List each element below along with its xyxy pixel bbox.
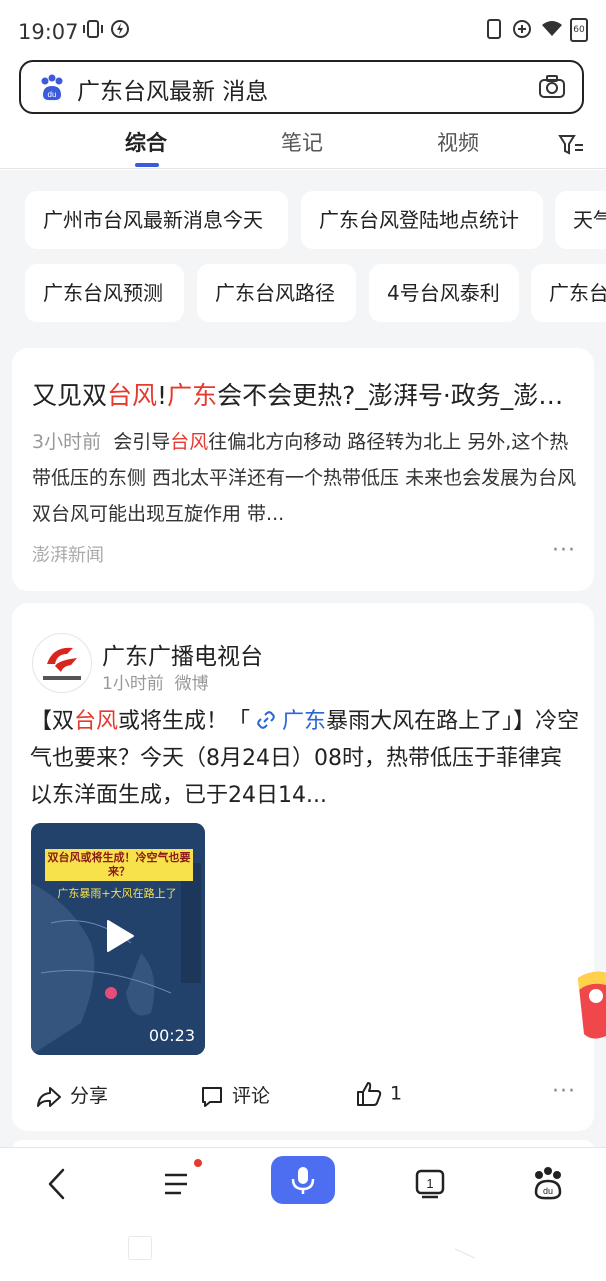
- result-snippet: 3小时前 会引导台风往偏北方向移动 路径转为北上 另外,这个热带低压的东侧 西北…: [32, 424, 577, 532]
- search-input[interactable]: 广东台风最新 消息: [77, 72, 268, 106]
- post-keyword: 台风: [74, 709, 119, 734]
- microphone-icon: [291, 1167, 315, 1194]
- status-bar: 19:07 60: [0, 0, 606, 62]
- share-icon: [37, 1086, 61, 1107]
- result-title[interactable]: 又见双台风!广东会不会更热?_澎湃号·政务_澎湃新闻: [32, 376, 577, 412]
- post-actions: 分享 评论 1 ···: [12, 1073, 594, 1113]
- camera-icon[interactable]: [538, 74, 566, 100]
- svg-text:1: 1: [426, 1176, 433, 1191]
- search-box[interactable]: du 广东台风最新 消息: [19, 60, 584, 114]
- snippet-keyword: 台风: [170, 431, 209, 453]
- post-link-keyword[interactable]: 广东: [282, 709, 326, 734]
- voice-search-button[interactable]: [271, 1156, 335, 1204]
- svg-text:du: du: [543, 1186, 553, 1196]
- result-tabs: 综合 笔记 视频: [0, 123, 606, 169]
- phone-icon: [487, 19, 501, 39]
- suggestion-chip[interactable]: 广州市台风最新消息今天: [25, 191, 288, 249]
- svg-text:du: du: [48, 90, 57, 99]
- system-back-indicator[interactable]: [455, 1236, 475, 1259]
- active-tab-indicator: [135, 163, 159, 167]
- post-time: 1小时前: [102, 674, 164, 694]
- video-banner-text: 双台风或将生成！冷空气也要来？: [47, 851, 191, 878]
- post-meta: 1小时前 微博: [102, 669, 209, 694]
- post-part: 【双: [30, 709, 75, 734]
- tab-video[interactable]: 视频: [437, 127, 479, 157]
- comment-icon: [202, 1086, 222, 1107]
- share-label: 分享: [70, 1085, 109, 1107]
- video-banner: 双台风或将生成！冷空气也要来？: [45, 849, 193, 881]
- share-button[interactable]: 分享: [36, 1081, 108, 1109]
- suggestion-chip[interactable]: 广东台风路径: [197, 264, 356, 322]
- tab-notes[interactable]: 笔记: [281, 127, 323, 157]
- link-icon: [257, 711, 275, 729]
- video-subtitle: 广东暴雨+大风在路上了: [57, 887, 177, 900]
- filter-icon[interactable]: [558, 133, 584, 157]
- suggestion-chip[interactable]: 广东台风登陆地点统计: [301, 191, 543, 249]
- suggestion-chip[interactable]: 天气: [555, 191, 606, 249]
- title-keyword: 台风: [107, 381, 158, 410]
- back-icon[interactable]: [38, 1164, 78, 1204]
- battery-level: 60: [573, 25, 585, 35]
- floating-gift-icon[interactable]: [574, 966, 606, 1042]
- avatar[interactable]: [32, 633, 92, 693]
- suggestion-chip[interactable]: 4号台风泰利: [369, 264, 519, 322]
- baidu-paw-icon: du: [41, 74, 63, 101]
- post-platform: 微博: [174, 674, 209, 694]
- like-count: 1: [390, 1082, 403, 1105]
- search-header: du 广东台风最新 消息 综合 笔记 视频: [0, 55, 606, 170]
- post-text[interactable]: 【双台风或将生成！「 广东暴雨大风在路上了」】冷空气也要来？今天（8月24日）08…: [30, 703, 582, 814]
- tab-all[interactable]: 综合: [125, 127, 167, 157]
- result-time: 3小时前: [32, 431, 102, 453]
- gdtv-logo-icon: [43, 647, 81, 680]
- video-thumbnail[interactable]: 双台风或将生成！冷空气也要来？ 广东暴雨+大风在路上了 00:23: [31, 823, 205, 1055]
- charging-icon: [111, 20, 129, 38]
- system-home-indicator[interactable]: [128, 1236, 152, 1260]
- wifi-icon: [542, 21, 562, 36]
- header-divider: [0, 168, 606, 169]
- result-source[interactable]: 澎湃新闻: [32, 541, 104, 567]
- battery-icon: 60: [570, 18, 588, 42]
- social-post-card[interactable]: 广东广播电视台 1小时前 微博 【双台风或将生成！「 广东暴雨大风在路上了」】冷空…: [12, 603, 594, 1131]
- tabs-count-icon[interactable]: 1: [410, 1164, 450, 1204]
- thumbs-up-icon: [357, 1082, 382, 1106]
- add-circle-icon: [513, 20, 531, 38]
- suggestion-chip[interactable]: 广东台风预测: [25, 264, 184, 322]
- notification-dot: [194, 1159, 202, 1167]
- title-part: 又见双: [32, 381, 108, 410]
- like-button[interactable]: 1: [356, 1081, 402, 1107]
- snippet-part: 会引导: [113, 431, 171, 453]
- search-result-card[interactable]: 又见双台风!广东会不会更热?_澎湃号·政务_澎湃新闻 3小时前 会引导台风往偏北…: [12, 348, 594, 591]
- suggestion-chip[interactable]: 广东台: [531, 264, 606, 322]
- baidu-home-icon[interactable]: du: [528, 1164, 568, 1204]
- post-part: 或将生成！「: [118, 709, 251, 734]
- status-time: 19:07: [18, 20, 79, 44]
- vibrate-icon: [83, 20, 103, 38]
- bottom-navigation: 1 du: [0, 1147, 606, 1281]
- comment-button[interactable]: 评论: [200, 1081, 270, 1109]
- title-part: 会不会更热?_澎湃号·政务_澎湃新闻: [217, 381, 577, 410]
- play-icon[interactable]: [104, 918, 136, 954]
- video-duration: 00:23: [148, 1026, 195, 1045]
- menu-icon[interactable]: [157, 1164, 197, 1204]
- account-name[interactable]: 广东广播电视台: [102, 637, 263, 671]
- title-keyword: 广东: [167, 381, 218, 410]
- comment-label: 评论: [232, 1085, 271, 1107]
- more-options-icon[interactable]: ···: [552, 538, 576, 563]
- title-part: !: [157, 381, 168, 410]
- more-options-icon[interactable]: ···: [552, 1079, 576, 1104]
